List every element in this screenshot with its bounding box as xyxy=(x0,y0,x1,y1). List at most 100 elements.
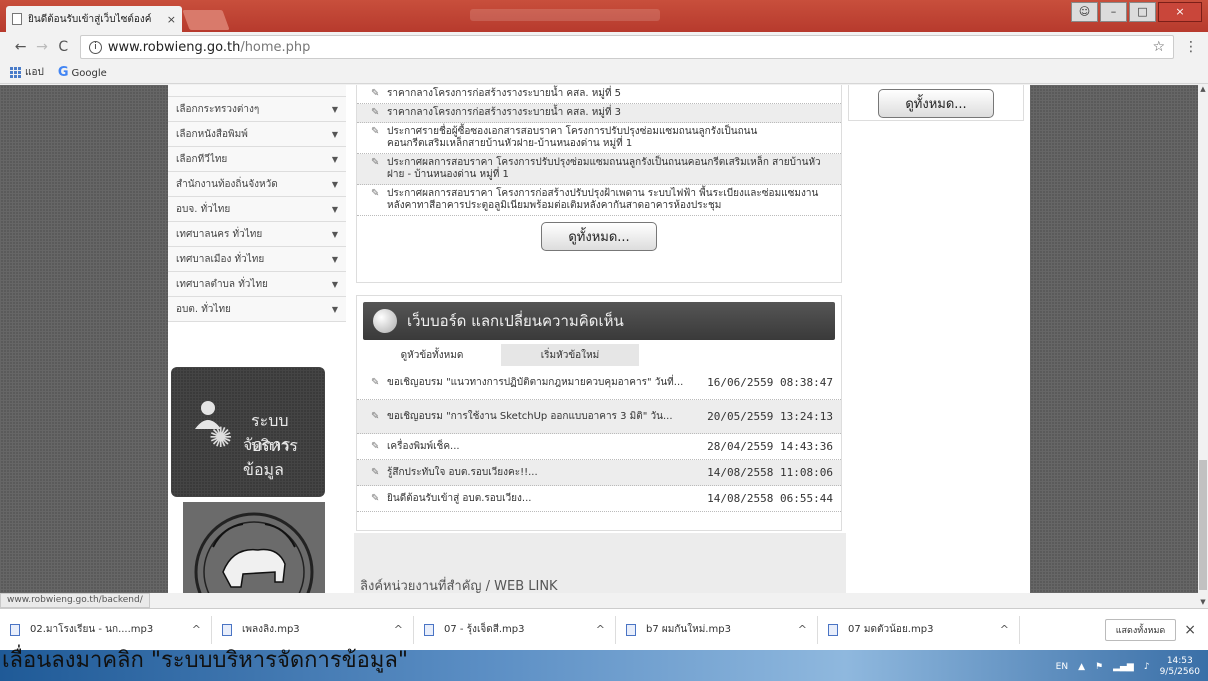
background-pattern-right xyxy=(1030,85,1198,593)
system-tray: EN ▲ ⚑ ▂▄▆ ♪ 14:53 9/5/2560 xyxy=(1056,656,1200,678)
dropdown-caret-icon: ▼ xyxy=(331,129,338,139)
download-item[interactable]: b7 ผมกันใหม่.mp3 ^ xyxy=(616,615,818,644)
side-item-newspapers[interactable]: เลือกหนังสือพิมพ์ ▼ xyxy=(168,122,346,147)
dropdown-caret-icon: ▼ xyxy=(331,254,338,264)
pencil-icon: ✎ xyxy=(371,157,380,168)
url-input[interactable]: i www.robwieng.go.th/home.php ☆ xyxy=(79,35,1175,59)
webboard-row[interactable]: ✎ ขอเชิญอบรม "แนวทางการปฏิบัติตามกฎหมายคว… xyxy=(357,366,841,400)
pencil-icon: ✎ xyxy=(371,493,380,504)
bookmark-star-icon[interactable]: ☆ xyxy=(1152,39,1165,55)
download-item[interactable]: 07 มดตัวน้อย.mp3 ^ xyxy=(818,615,1020,644)
reload-icon[interactable]: C xyxy=(53,39,74,55)
side-item-pao[interactable]: อบจ. ทั่วไทย ▼ xyxy=(168,197,346,222)
news-item[interactable]: ✎ ประกาศรายชื่อผู้ซื้อซองเอกสารสอบราคา โค… xyxy=(357,123,841,154)
side-item-local-office[interactable]: สำนักงานท้องถิ่นจังหวัด ▼ xyxy=(168,172,346,197)
taskbar: เลื่อนลงมาคลิก "ระบบบริหารจัดการข้อมูล" … xyxy=(0,648,1208,681)
profile-icon[interactable]: ☺ xyxy=(1071,2,1098,22)
admin-label-line2: จัดการข้อมูล xyxy=(243,435,291,479)
side-item-city-municipality[interactable]: เทศบาลนคร ทั่วไทย ▼ xyxy=(168,222,346,247)
close-window-button[interactable]: × xyxy=(1158,2,1202,22)
minimize-button[interactable]: – xyxy=(1100,2,1127,22)
browser-tab[interactable]: ยินดีต้อนรับเข้าสู่เว็บไซต์องค์ × xyxy=(6,6,182,32)
volume-icon[interactable]: ♪ xyxy=(1144,662,1150,672)
bookmarks-bar: แอป G Google xyxy=(0,62,1208,84)
info-icon[interactable]: i xyxy=(88,40,102,54)
dropdown-caret-icon: ▼ xyxy=(331,304,338,314)
news-item[interactable]: ✎ ประกาศผลการสอบราคา โครงการปรับปรุงซ่อมแ… xyxy=(357,154,841,185)
clock[interactable]: 14:53 9/5/2560 xyxy=(1160,656,1200,678)
side-item-sao[interactable]: อบต. ทั่วไทย ▼ xyxy=(168,297,346,322)
download-item[interactable]: 07 - รุ้งเจ็ดสี.mp3 ^ xyxy=(414,615,616,644)
forward-icon[interactable]: → xyxy=(31,39,52,55)
news-item[interactable]: ✎ ราคากลางโครงการก่อสร้างรางระบายน้ำ คสล.… xyxy=(357,104,841,123)
webboard-row[interactable]: ✎ ยินดีต้อนรับเข้าสู่ อบต.รอบเวียง... 14/0… xyxy=(357,486,841,512)
maximize-button[interactable]: □ xyxy=(1129,2,1156,22)
bookmark-google[interactable]: G Google xyxy=(58,65,107,80)
flag-icon[interactable]: ⚑ xyxy=(1095,662,1103,672)
scroll-up-icon[interactable]: ▲ xyxy=(1198,85,1208,93)
download-item[interactable]: เพลงลิง.mp3 ^ xyxy=(212,615,414,644)
instruction-caption: เลื่อนลงมาคลิก "ระบบบริหารจัดการข้อมูล" xyxy=(2,648,409,673)
right-view-all-button[interactable]: ดูทั้งหมด... xyxy=(878,89,994,118)
webboard-title: เว็บบอร์ด แลกเปลี่ยนความคิดเห็น xyxy=(407,312,624,330)
new-tab-button[interactable] xyxy=(182,10,230,30)
weblink-section: ลิงค์หน่วยงานที่สำคัญ / WEB LINK xyxy=(354,533,846,593)
gear-icon: ✺ xyxy=(209,421,233,454)
chevron-up-icon[interactable]: ^ xyxy=(394,623,403,636)
dropdown-caret-icon: ▼ xyxy=(331,179,338,189)
chevron-up-icon[interactable]: ^ xyxy=(596,623,605,636)
page-scrollbar[interactable]: ▲ ▼ xyxy=(1198,85,1208,608)
browser-titlebar: ยินดีต้อนรับเข้าสู่เว็บไซต์องค์ × ☺ – □ … xyxy=(0,0,1208,32)
close-icon[interactable]: × xyxy=(1184,622,1196,638)
audio-file-icon xyxy=(828,623,838,636)
audio-file-icon xyxy=(424,623,434,636)
webboard-row[interactable]: ✎ รู้สึกประทับใจ อบต.รอบเวียงคะ!!... 14/08… xyxy=(357,460,841,486)
webboard-row[interactable]: ✎ เครื่องพิมพ์เช็ค... 28/04/2559 14:43:36 xyxy=(357,434,841,460)
side-item-tv[interactable]: เลือกทีวีไทย ▼ xyxy=(168,147,346,172)
dropdown-caret-icon: ▼ xyxy=(331,279,338,289)
scrollbar-thumb[interactable] xyxy=(1199,460,1207,590)
window-title xyxy=(470,9,660,21)
apps-icon xyxy=(10,66,21,78)
dropdown-caret-icon: ▼ xyxy=(331,229,338,239)
back-icon[interactable]: ← xyxy=(10,39,31,55)
pencil-icon: ✎ xyxy=(371,441,380,452)
page-icon xyxy=(12,13,22,25)
pencil-icon: ✎ xyxy=(371,188,380,199)
admin-system-link[interactable]: ✺ ระบบบริหาร จัดการข้อมูล xyxy=(171,367,325,497)
tab-close-icon[interactable]: × xyxy=(167,13,176,26)
scroll-down-icon[interactable]: ▼ xyxy=(1198,598,1208,606)
show-all-downloads-button[interactable]: แสดงทั้งหมด xyxy=(1104,618,1177,641)
background-pattern-left xyxy=(0,85,168,593)
pencil-icon: ✎ xyxy=(371,377,380,388)
download-item[interactable]: 02.มาโรงเรียน - นก....mp3 ^ xyxy=(10,615,212,644)
chevron-up-icon[interactable]: ^ xyxy=(798,623,807,636)
google-icon: G xyxy=(57,65,69,80)
news-view-all-button[interactable]: ดูทั้งหมด... xyxy=(541,222,657,251)
webboard-row[interactable]: ✎ ขอเชิญอบรม "การใช้งาน SketchUp ออกแบบอา… xyxy=(357,400,841,434)
pencil-icon: ✎ xyxy=(371,411,380,422)
side-item-town-municipality[interactable]: เทศบาลเมือง ทั่วไทย ▼ xyxy=(168,247,346,272)
tray-expand-icon[interactable]: ▲ xyxy=(1078,662,1085,672)
bookmark-apps[interactable]: แอป xyxy=(10,65,44,80)
news-more-wrap: ดูทั้งหมด... xyxy=(357,216,841,251)
chevron-up-icon[interactable]: ^ xyxy=(1000,623,1009,636)
chevron-up-icon[interactable]: ^ xyxy=(192,623,201,636)
side-item-subdistrict-municipality[interactable]: เทศบาลตำบล ทั่วไทย ▼ xyxy=(168,272,346,297)
language-indicator[interactable]: EN xyxy=(1056,662,1068,672)
url-path: /home.php xyxy=(240,39,311,55)
window-controls: ☺ – □ × xyxy=(1071,2,1202,22)
tab-new-topic[interactable]: เริ่มหัวข้อใหม่ xyxy=(501,344,639,366)
side-item-ministries[interactable]: เลือกกระทรวงต่างๆ ▼ xyxy=(168,97,346,122)
signal-icon[interactable]: ▂▄▆ xyxy=(1113,662,1134,672)
news-item[interactable]: ✎ ราคากลางโครงการก่อสร้างรางระบายน้ำ คสล.… xyxy=(357,85,841,104)
news-item[interactable]: ✎ ประกาศผลการสอบราคา โครงการก่อสร้างปรับป… xyxy=(357,185,841,216)
menu-icon[interactable]: ⋮ xyxy=(1184,39,1198,55)
right-column: ดูทั้งหมด... xyxy=(848,85,1024,121)
audio-file-icon xyxy=(626,623,636,636)
audio-file-icon xyxy=(222,623,232,636)
pencil-icon: ✎ xyxy=(371,88,380,99)
tab-all-topics[interactable]: ดูหัวข้อทั้งหมด xyxy=(363,344,501,366)
status-url: www.robwieng.go.th/backend/ xyxy=(0,593,150,608)
side-menu: เลือกกระทรวงต่างๆ ▼ เลือกหนังสือพิมพ์ ▼ เล… xyxy=(168,85,346,322)
